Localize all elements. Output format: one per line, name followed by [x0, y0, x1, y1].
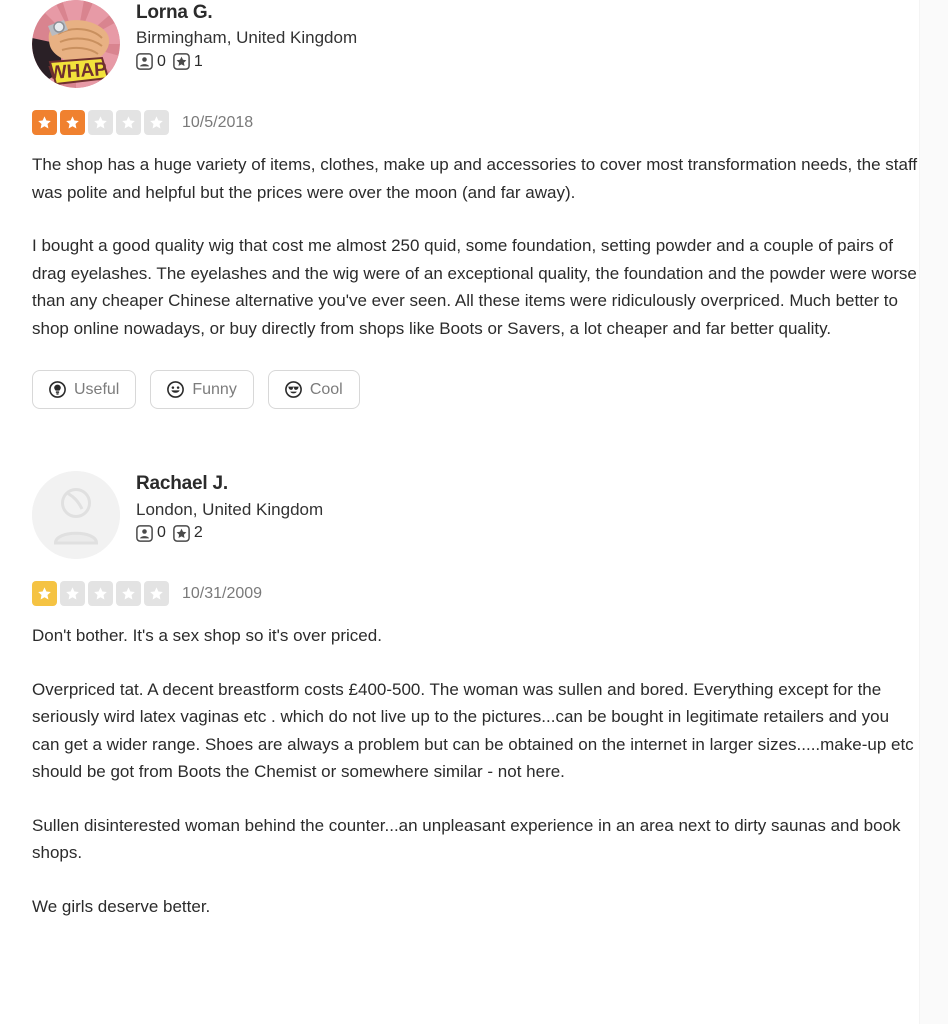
- user-name[interactable]: Rachael J.: [136, 472, 920, 496]
- friends-stat[interactable]: 0: [136, 52, 166, 71]
- avatar[interactable]: [32, 471, 120, 560]
- reviews-star-icon: [173, 524, 190, 542]
- reviews-stat[interactable]: 1: [173, 52, 203, 71]
- rating-row: 10/5/2018: [32, 110, 920, 135]
- review-user-header: Rachael J. London, United Kingdom 0 2: [32, 471, 920, 560]
- friends-count: 0: [157, 52, 166, 70]
- star-1: [32, 581, 57, 607]
- avatar[interactable]: WHAP: [32, 0, 120, 88]
- funny-button-label: Funny: [192, 380, 237, 398]
- star-3: [88, 581, 113, 607]
- review-paragraph: We girls deserve better.: [32, 896, 211, 916]
- user-location: London, United Kingdom: [136, 499, 324, 519]
- review-text: Don't bother. It's a sex shop so it's ov…: [32, 622, 920, 920]
- review-paragraph: Overpriced tat. A decent breastform cost…: [32, 679, 914, 782]
- useful-button[interactable]: Useful: [32, 370, 137, 410]
- star-rating[interactable]: [32, 110, 169, 135]
- star-2: [60, 110, 85, 135]
- review-date: 10/5/2018: [182, 113, 254, 131]
- cool-button[interactable]: Cool: [267, 370, 360, 410]
- rating-row: 10/31/2009: [32, 581, 920, 607]
- lightbulb-icon: [49, 381, 66, 399]
- user-meta: Rachael J. London, United Kingdom 0 2: [136, 471, 920, 542]
- star-4: [116, 581, 141, 607]
- star-5: [144, 110, 169, 135]
- review-paragraph: I bought a good quality wig that cost me…: [32, 236, 917, 338]
- star-1: [32, 110, 57, 135]
- review-item: Rachael J. London, United Kingdom 0 2 10…: [32, 471, 920, 926]
- user-location: Birmingham, United Kingdom: [136, 28, 358, 48]
- cool-button-label: Cool: [309, 380, 343, 398]
- review-paragraph: Don't bother. It's a sex shop so it's ov…: [32, 626, 382, 646]
- star-3: [88, 110, 113, 135]
- avatar-photo-whap-icon: WHAP: [32, 0, 120, 88]
- review-paragraph: Sullen disinterested woman behind the co…: [32, 815, 901, 863]
- friends-icon: [136, 524, 153, 542]
- review-item: WHAP Lorna G. Birmingham, United Kingdom: [32, 0, 920, 415]
- review-date: 10/31/2009: [182, 584, 263, 602]
- reviews-star-icon: [173, 53, 190, 71]
- user-name[interactable]: Lorna G.: [136, 1, 920, 25]
- reviews-count: 1: [193, 52, 203, 70]
- reviews-stat[interactable]: 2: [173, 525, 203, 542]
- friends-stat[interactable]: 0: [136, 525, 166, 542]
- review-user-header: WHAP Lorna G. Birmingham, United Kingdom: [32, 0, 920, 88]
- default-user-avatar-icon: [32, 471, 120, 560]
- reviews-page: WHAP Lorna G. Birmingham, United Kingdom: [0, 0, 948, 1024]
- page-right-gutter: [919, 0, 948, 1024]
- review-text: The shop has a huge variety of items, cl…: [32, 151, 920, 342]
- user-stats: 0 1: [136, 52, 920, 71]
- reviews-count: 2: [193, 524, 203, 542]
- star-2: [60, 581, 85, 607]
- reviews-list: WHAP Lorna G. Birmingham, United Kingdom: [0, 0, 920, 926]
- useful-button-label: Useful: [74, 380, 120, 398]
- friends-icon: [136, 53, 153, 71]
- smiley-laugh-icon: [167, 381, 185, 399]
- user-meta: Lorna G. Birmingham, United Kingdom 0 1: [136, 0, 920, 71]
- star-rating[interactable]: [32, 581, 169, 607]
- review-paragraph: The shop has a huge variety of items, cl…: [32, 155, 918, 202]
- star-4: [116, 110, 141, 135]
- funny-button[interactable]: Funny: [150, 370, 254, 410]
- smiley-sunglasses-icon: [284, 381, 302, 399]
- review-separator: [32, 415, 920, 471]
- star-5: [144, 581, 169, 607]
- friends-count: 0: [157, 524, 166, 542]
- svg-text:WHAP: WHAP: [48, 59, 108, 84]
- review-actions: Useful Funny Cool: [32, 370, 920, 410]
- user-stats: 0 2: [136, 525, 920, 542]
